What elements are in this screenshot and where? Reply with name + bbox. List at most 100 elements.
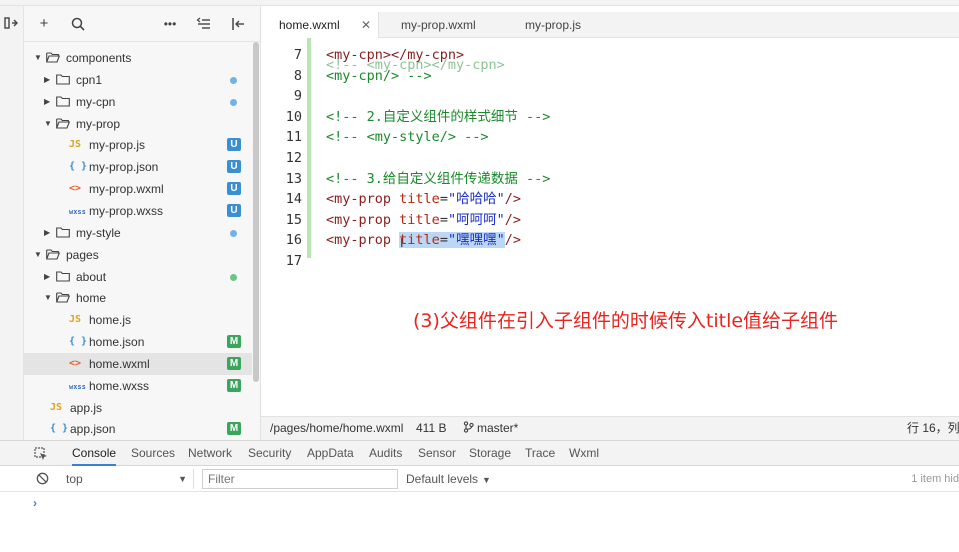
- tree-item[interactable]: ▼ pages: [24, 244, 252, 266]
- chevron-down-icon[interactable]: ▼: [44, 113, 54, 135]
- tree-item-label: my-prop.wxml: [89, 182, 164, 197]
- log-levels-select[interactable]: Default levels ▼: [406, 469, 491, 489]
- devtools-tab-console[interactable]: Console: [72, 441, 117, 466]
- collapse-panel-icon[interactable]: [230, 16, 246, 32]
- tree-item[interactable]: { } home.json M: [24, 331, 252, 353]
- console-prompt-icon: ›: [33, 496, 37, 510]
- wxss-file-icon: wxss: [69, 207, 86, 216]
- file-size: 411 B: [416, 421, 447, 435]
- cursor-position[interactable]: 行 16，列: [907, 417, 959, 440]
- split-panel-icon[interactable]: [4, 16, 18, 30]
- tree-item[interactable]: wxss my-prop.wxss U: [24, 200, 252, 222]
- line-number: 12: [285, 150, 302, 166]
- tree-item[interactable]: { } app.json M: [24, 418, 252, 440]
- tree-item[interactable]: ▼ components: [24, 47, 252, 69]
- folder-open-icon: [56, 117, 70, 129]
- git-status-badge: M: [227, 335, 241, 349]
- tree-item-label: about: [76, 269, 107, 284]
- devtools-tab-sensor[interactable]: Sensor: [418, 441, 456, 466]
- code-text: <my-prop title="嘿嘿嘿"/>: [326, 232, 521, 249]
- json-file-icon: { }: [50, 423, 69, 435]
- devtools-tab-wxml[interactable]: Wxml: [569, 441, 599, 466]
- devtools-tab-network[interactable]: Network: [188, 441, 232, 466]
- chevron-right-icon[interactable]: ▶: [44, 222, 54, 244]
- close-icon[interactable]: ✕: [361, 12, 371, 38]
- devtools-tab-storage[interactable]: Storage: [469, 441, 511, 466]
- code-editor[interactable]: <!-- <my-cpn></my-cpn> 7 <my-cpn></my-cpn…: [261, 38, 959, 416]
- tree-item[interactable]: ▶ about: [24, 266, 252, 288]
- annotation-text: (3)父组件在引入子组件的时候传入title值给子组件: [413, 310, 839, 332]
- code-line[interactable]: 15 <my-prop title="呵呵呵"/>: [261, 210, 959, 230]
- chevron-down-icon[interactable]: ▼: [44, 287, 54, 309]
- filter-input[interactable]: [202, 469, 398, 489]
- tab-label: my-prop.wxml: [401, 18, 476, 32]
- json-file-icon: { }: [69, 161, 88, 173]
- line-number: 17: [285, 253, 302, 269]
- tree-item[interactable]: { } my-prop.json U: [24, 156, 252, 178]
- code-line[interactable]: 9: [261, 86, 959, 106]
- devtools-tab-sources[interactable]: Sources: [131, 441, 175, 466]
- line-number: 10: [285, 108, 302, 125]
- more-icon[interactable]: •••: [162, 16, 178, 32]
- chevron-right-icon[interactable]: ▶: [44, 91, 54, 113]
- context-select[interactable]: top ▼: [60, 469, 194, 489]
- log-levels-label: Default levels: [406, 472, 479, 486]
- code-line[interactable]: 12: [261, 148, 959, 168]
- file-path: /pages/home/home.wxml: [270, 421, 404, 435]
- git-status-badge: M: [227, 422, 241, 436]
- hidden-items-count: 1 item hid: [911, 473, 959, 485]
- tree-item[interactable]: ▶ cpn1: [24, 69, 252, 91]
- folder-open-icon: [46, 249, 60, 260]
- tree-item[interactable]: JS my-prop.js U: [24, 134, 252, 156]
- collapse-list-icon[interactable]: [196, 16, 212, 32]
- tree-item[interactable]: ▼ my-prop: [24, 113, 252, 135]
- tree-item-label: my-prop: [76, 116, 121, 131]
- chevron-down-icon[interactable]: ▼: [34, 244, 44, 266]
- devtools-tab-audits[interactable]: Audits: [369, 441, 402, 466]
- tree-item-label: app.json: [70, 422, 116, 437]
- git-status-badge: U: [227, 182, 241, 196]
- devtools-tab-security[interactable]: Security: [248, 441, 291, 466]
- tab-home-wxml[interactable]: home.wxml ✕: [261, 12, 379, 38]
- tree-item[interactable]: JS home.js: [24, 309, 252, 331]
- code-line[interactable]: 14 <my-prop title="哈哈哈"/>: [261, 189, 959, 209]
- tree-item[interactable]: wxss home.wxss M: [24, 375, 252, 397]
- code-line[interactable]: 10 <!-- 2.自定义组件的样式细节 -->: [261, 107, 959, 127]
- devtools-tab-trace[interactable]: Trace: [525, 441, 555, 466]
- add-icon[interactable]: +: [36, 16, 52, 32]
- tree-item[interactable]: <> my-prop.wxml U: [24, 178, 252, 200]
- activity-bar: [0, 6, 24, 440]
- wxml-file-icon: <>: [69, 357, 82, 369]
- tab-my-prop-js[interactable]: my-prop.js: [507, 12, 617, 38]
- code-line[interactable]: 16 <my-prop title="嘿嘿嘿"/>: [261, 230, 959, 250]
- code-line[interactable]: 13 <!-- 3.给自定义组件传递数据 -->: [261, 169, 959, 189]
- inspect-element-icon[interactable]: [34, 447, 48, 461]
- code-line[interactable]: 17: [261, 251, 959, 271]
- chevron-down-icon[interactable]: ▼: [34, 47, 44, 69]
- tree-item[interactable]: JS app.js: [24, 397, 252, 419]
- branch-name[interactable]: master*: [477, 417, 518, 440]
- tree-item-label: my-prop.js: [89, 138, 146, 153]
- code-line[interactable]: 8 <my-cpn/> -->: [261, 66, 959, 86]
- tab-my-prop-wxml[interactable]: my-prop.wxml: [383, 12, 503, 38]
- tree-item[interactable]: <> home.wxml M: [24, 352, 252, 375]
- devtools-tab-appdata[interactable]: AppData: [307, 441, 354, 466]
- code-line[interactable]: 7 <my-cpn></my-cpn>: [261, 45, 959, 65]
- tree-item-label: home.json: [89, 335, 145, 350]
- tree-item[interactable]: ▼ home: [24, 287, 252, 309]
- branch-icon[interactable]: [463, 417, 474, 440]
- console-output[interactable]: ›: [0, 492, 959, 552]
- code-line[interactable]: 11 <!-- <my-style/> -->: [261, 127, 959, 147]
- explorer-scrollbar[interactable]: [253, 42, 259, 382]
- tree-item-label: my-cpn: [76, 94, 116, 109]
- tree-item[interactable]: ▶ my-cpn: [24, 91, 252, 113]
- search-icon[interactable]: [70, 16, 86, 32]
- chevron-right-icon[interactable]: ▶: [44, 69, 54, 91]
- tree-item[interactable]: ▶ my-style: [24, 222, 252, 244]
- line-number: 9: [293, 88, 302, 105]
- tree-item-label: home.js: [89, 313, 132, 328]
- code-text: <my-cpn/> -->: [326, 67, 432, 84]
- git-status-badge: U: [227, 203, 241, 217]
- clear-console-icon[interactable]: [36, 472, 49, 485]
- chevron-right-icon[interactable]: ▶: [44, 266, 54, 288]
